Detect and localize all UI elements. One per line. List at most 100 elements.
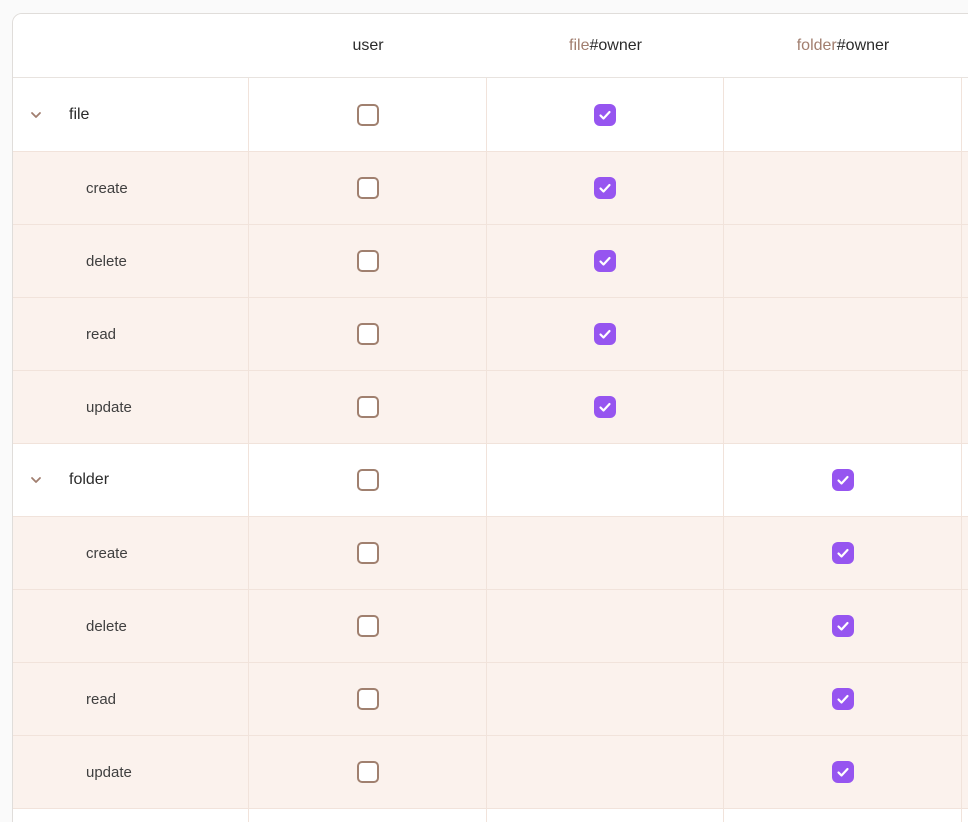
row-label-cell: create xyxy=(13,517,249,589)
cell-cutoff xyxy=(962,663,968,735)
cell-user xyxy=(249,78,487,151)
row-label-cell: file xyxy=(13,78,249,151)
cell-user xyxy=(249,444,487,516)
table-row-folder.read: read xyxy=(13,662,968,735)
table-row-folder.update: update xyxy=(13,735,968,808)
cell-cutoff xyxy=(962,517,968,589)
cell-user xyxy=(249,371,487,443)
cell-user xyxy=(249,663,487,735)
cell-user xyxy=(249,590,487,662)
row-label-cell: read xyxy=(13,298,249,370)
chevron-down-icon[interactable] xyxy=(28,472,44,488)
table-row-file.read: read xyxy=(13,297,968,370)
cell-user xyxy=(249,736,487,808)
row-label-cell: folder xyxy=(13,444,249,516)
cell-user xyxy=(249,298,487,370)
checkbox-unchecked[interactable] xyxy=(357,542,379,564)
table-row-file.delete: delete xyxy=(13,224,968,297)
cell-file-owner xyxy=(487,152,724,224)
checkbox-checked[interactable] xyxy=(832,469,854,491)
cell-folder-owner xyxy=(724,736,962,808)
cell-file-owner xyxy=(487,78,724,151)
cell-folder-owner xyxy=(724,78,962,151)
checkbox-unchecked[interactable] xyxy=(357,250,379,272)
checkbox-unchecked[interactable] xyxy=(357,688,379,710)
cell-cutoff xyxy=(962,444,968,516)
row-label: read xyxy=(86,326,116,343)
checkbox-checked[interactable] xyxy=(594,104,616,126)
column-header-folder-owner: folder#owner xyxy=(724,14,962,77)
table-row-folder: folder xyxy=(13,443,968,516)
cell-file-owner xyxy=(487,225,724,297)
cell-folder-owner xyxy=(724,590,962,662)
column-header-main-part: user xyxy=(352,37,383,55)
table-row-folder.create: create xyxy=(13,516,968,589)
table-row-file: file xyxy=(13,78,968,151)
checkbox-checked[interactable] xyxy=(594,177,616,199)
permissions-matrix-table: user file#owner folder#owner filecreated… xyxy=(12,13,968,822)
cell-file-owner xyxy=(487,298,724,370)
table-row-file.create: create xyxy=(13,151,968,224)
column-header-main-part: #owner xyxy=(589,37,641,55)
cell-cutoff xyxy=(962,809,968,822)
cell-cutoff xyxy=(962,371,968,443)
row-label: read xyxy=(86,691,116,708)
column-header-main-part: #owner xyxy=(837,37,889,55)
table-body: filecreatedeletereadupdatefoldercreatede… xyxy=(13,78,968,822)
checkbox-unchecked[interactable] xyxy=(357,104,379,126)
checkbox-checked[interactable] xyxy=(832,761,854,783)
cell-cutoff xyxy=(962,736,968,808)
checkbox-checked[interactable] xyxy=(594,250,616,272)
checkbox-unchecked[interactable] xyxy=(357,469,379,491)
cell-folder-owner xyxy=(724,517,962,589)
cell-cutoff xyxy=(962,78,968,151)
cell-cutoff xyxy=(962,152,968,224)
column-header-cutoff xyxy=(962,14,968,77)
checkbox-checked[interactable] xyxy=(832,688,854,710)
cell-user xyxy=(249,152,487,224)
row-label: delete xyxy=(86,618,127,635)
cell-file-owner xyxy=(487,371,724,443)
row-label-cell: create xyxy=(13,152,249,224)
cell-cutoff xyxy=(962,590,968,662)
cell-file-owner xyxy=(487,809,724,822)
cell-user xyxy=(249,809,487,822)
column-header-entity-part: folder xyxy=(797,37,837,55)
checkbox-checked[interactable] xyxy=(832,615,854,637)
column-header-blank xyxy=(13,14,249,77)
checkbox-unchecked[interactable] xyxy=(357,323,379,345)
cell-user xyxy=(249,517,487,589)
checkbox-unchecked[interactable] xyxy=(357,177,379,199)
row-label: folder xyxy=(69,471,109,489)
cell-folder-owner xyxy=(724,298,962,370)
row-label-cell xyxy=(13,809,249,822)
table-row-partial xyxy=(13,808,968,822)
table-header-row: user file#owner folder#owner xyxy=(13,14,968,78)
checkbox-checked[interactable] xyxy=(832,542,854,564)
cell-file-owner xyxy=(487,663,724,735)
cell-file-owner xyxy=(487,444,724,516)
row-label-cell: update xyxy=(13,736,249,808)
cell-folder-owner xyxy=(724,809,962,822)
column-header-file-owner: file#owner xyxy=(487,14,724,77)
cell-folder-owner xyxy=(724,371,962,443)
row-label-cell: delete xyxy=(13,590,249,662)
column-header-user: user xyxy=(249,14,487,77)
cell-cutoff xyxy=(962,225,968,297)
checkbox-unchecked[interactable] xyxy=(357,396,379,418)
checkbox-checked[interactable] xyxy=(594,323,616,345)
cell-folder-owner xyxy=(724,663,962,735)
checkbox-unchecked[interactable] xyxy=(357,761,379,783)
cell-folder-owner xyxy=(724,152,962,224)
row-label: update xyxy=(86,764,132,781)
table-row-file.update: update xyxy=(13,370,968,443)
row-label-cell: update xyxy=(13,371,249,443)
row-label-cell: read xyxy=(13,663,249,735)
checkbox-unchecked[interactable] xyxy=(357,615,379,637)
row-label: update xyxy=(86,399,132,416)
chevron-down-icon[interactable] xyxy=(28,107,44,123)
row-label: delete xyxy=(86,253,127,270)
cell-file-owner xyxy=(487,517,724,589)
cell-file-owner xyxy=(487,590,724,662)
checkbox-checked[interactable] xyxy=(594,396,616,418)
